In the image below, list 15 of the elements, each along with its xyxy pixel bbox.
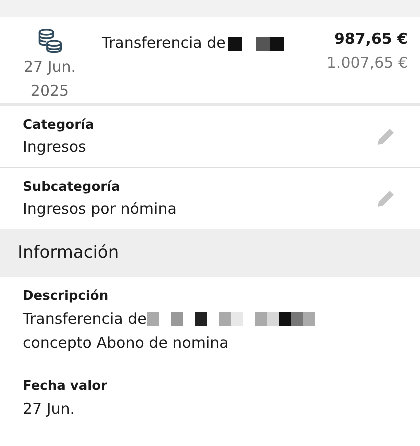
field-value: Ingresos por nómina [23,198,178,220]
info-label: Fecha valor [23,378,108,396]
date-text: 27 Jun. [24,57,76,78]
balance-text: 1.007,65 € [326,53,408,74]
info-value: concepto Abono de nomina [23,333,229,354]
field-label: Categoría [23,116,96,134]
info-label: Descripción [23,288,110,306]
field-label: Subcategoría [23,178,122,196]
field-value: Ingresos [23,136,88,158]
info-value: 27 Jun. [23,399,76,420]
section-title: Información [18,243,120,263]
amount-text: 987,65 € [334,29,408,49]
transaction-title: Transferencia de [102,34,226,52]
year-text: 2025 [30,81,70,102]
info-value: Transferencia de [23,309,147,330]
